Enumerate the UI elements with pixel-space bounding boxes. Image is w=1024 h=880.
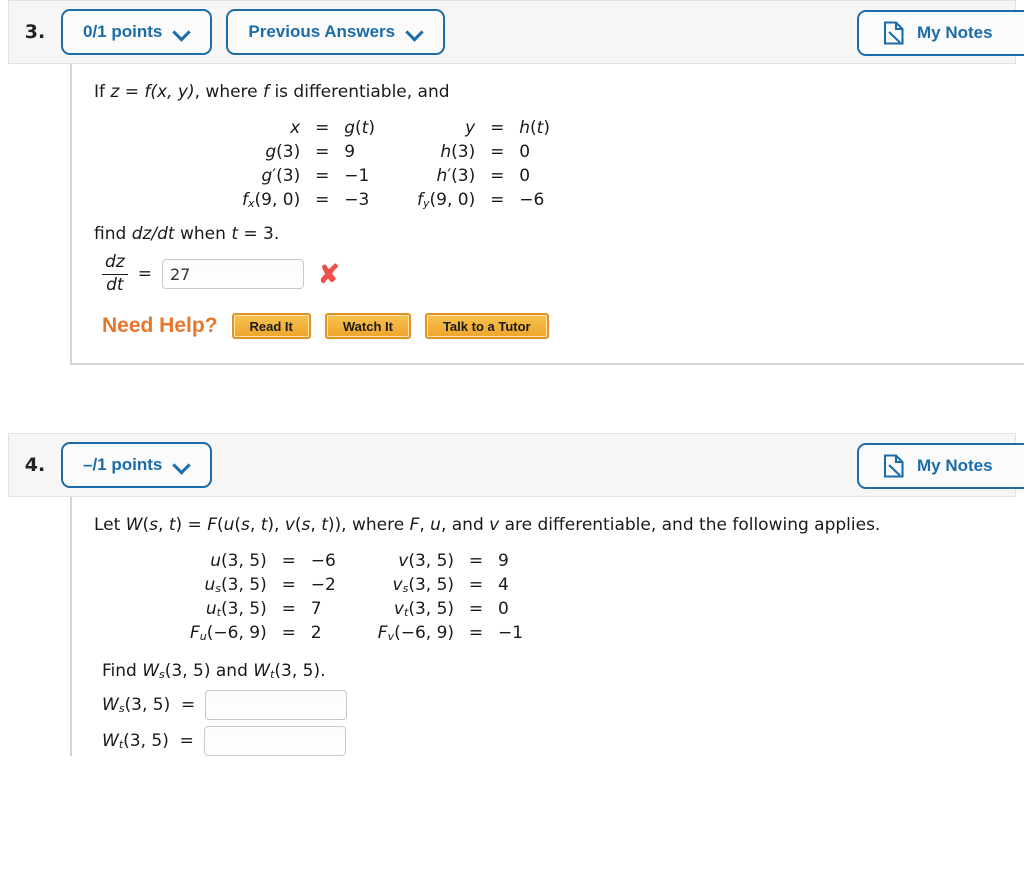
problem-4-find-label: Find Ws(3, 5) and Wt(3, 5). [102,660,326,681]
statement-tail: is differentiable, and [269,82,450,102]
find-prefix: find [94,223,132,244]
problem-4-ws-label: Ws(3, 5) = [102,695,196,716]
problem-3-body: If z = f(x, y), where f is differentiabl… [70,64,1024,366]
find-when: when [174,223,232,244]
problem-3-answer-row: dz dt = ✘ [102,252,1024,295]
problem-4-points-button[interactable]: –/1 points [61,442,213,489]
problem-3-points-button[interactable]: 0/1 points [61,9,213,55]
problem-4-wt-input[interactable] [203,726,346,757]
problem-4-statement: Let W(s, t) = F(u(s, t), v(s, t)), where… [94,515,881,536]
problem-4-my-notes-label: My Notes [917,456,993,476]
problem-3-my-notes-button[interactable]: My Notes [857,10,1024,56]
problem-3-need-help-row: Need Help? Read It Watch It Talk to a Tu… [102,313,1024,340]
incorrect-answer-icon: ✘ [317,259,340,290]
problem-3-find-text: find dz/dt when t = 3. [94,222,1024,248]
statement-prefix: If [94,82,111,102]
problem-3-answer-input[interactable] [161,259,304,290]
chevron-down-icon [407,24,423,40]
problem-4-number: 4. [24,454,46,477]
talk-to-a-tutor-button[interactable]: Talk to a Tutor [424,313,549,340]
table-row: x = g(t) y = h(t) [290,117,550,138]
problem-4-answer-row-ws: Ws(3, 5) = [102,690,1024,721]
problem-4-my-notes-button[interactable]: My Notes [857,443,1024,490]
statement-equals: = [119,82,145,102]
table-row: Fu(−6, 9) = 2 Fv(−6, 9) = −1 [190,622,524,643]
statement-variable-z: z [110,82,120,102]
table-row: u(3, 5) = −6 v(3, 5) = 9 [210,550,509,571]
problem-3-previous-answers-button[interactable]: Previous Answers [226,9,446,55]
problem-3-previous-answers-label: Previous Answers [248,22,396,41]
find-expression: dz/dt [131,223,175,244]
derivative-fraction: dz dt [102,252,128,295]
find-value: = 3. [238,223,280,244]
read-it-button[interactable]: Read It [231,313,311,340]
problem-4-header: 4. –/1 points My Notes [8,433,1024,498]
problem-3-statement: If z = f(x, y), where f is differentiabl… [94,80,1024,106]
find-variable-t: t [231,223,238,244]
problem-3-number: 3. [24,21,46,43]
problem-4-wt-label: Wt(3, 5) = [102,731,194,752]
notes-document-icon [883,21,904,45]
chevron-down-icon [174,24,190,40]
problem-4-body: Let W(s, t) = F(u(s, t), v(s, t)), where… [70,497,1024,757]
problem-3-points-label: 0/1 points [83,22,163,41]
problem-4-ws-input[interactable] [205,690,348,721]
problem-separator [0,365,1024,433]
table-row: us(3, 5) = −2 vs(3, 5) = 4 [204,574,509,595]
problem-4-answer-row-wt: Wt(3, 5) = [102,726,1024,757]
statement-middle: , where [194,82,264,102]
need-help-label: Need Help? [102,314,218,338]
problem-4-points-label: –/1 points [83,455,163,475]
table-row: g′(3) = −1 h′(3) = 0 [261,165,531,186]
fraction-numerator: dz [102,252,128,275]
problem-4-given-values-table: u(3, 5) = −6 v(3, 5) = 9 us(3, 5) = −2 v… [190,549,523,645]
answer-equals-sign: = [137,264,152,285]
problem-3-given-values-table: x = g(t) y = h(t) g(3) = 9 h(3) = 0 g′(3… [242,116,550,212]
table-row: fx(9, 0) = −3 fy(9, 0) = −6 [242,189,545,210]
table-row: ut(3, 5) = 7 vt(3, 5) = 0 [205,598,509,619]
notes-document-icon [883,454,904,478]
problem-3-header: 3. 0/1 points Previous Answers My Notes [8,0,1024,64]
chevron-down-icon [174,457,190,473]
problem-3-my-notes-label: My Notes [917,23,993,42]
watch-it-button[interactable]: Watch It [324,313,411,340]
fraction-denominator: dt [106,274,124,295]
table-row: g(3) = 9 h(3) = 0 [265,141,531,162]
statement-arguments: (x, y) [150,82,195,102]
